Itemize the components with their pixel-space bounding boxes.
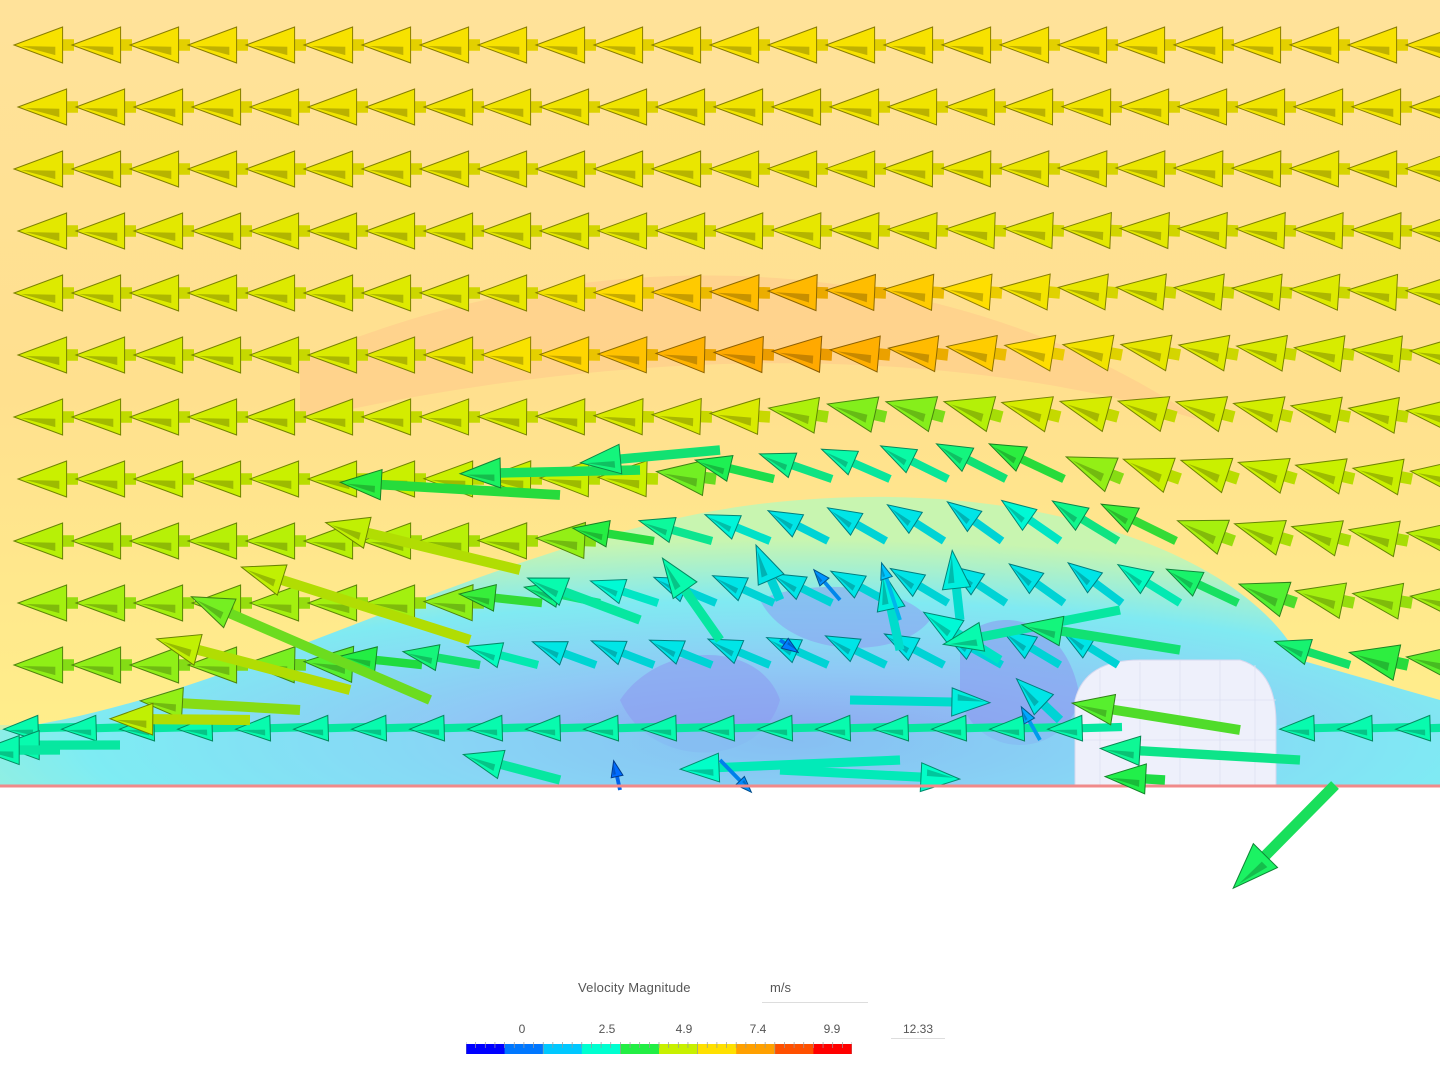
arrow-shaft — [526, 535, 539, 547]
legend-tick-label: 0 — [518, 1022, 526, 1036]
velocity-vector-field[interactable] — [0, 0, 1440, 1080]
arrow-shaft — [758, 286, 771, 299]
arrow-shaft — [758, 410, 771, 423]
arrow-shaft — [588, 349, 601, 361]
arrow-shaft — [932, 163, 945, 175]
arrow-shaft — [990, 163, 1003, 175]
arrow-shaft — [1048, 286, 1061, 299]
arrow-shaft — [878, 348, 891, 361]
arrow-shaft — [526, 411, 539, 423]
arrow-shaft — [700, 287, 713, 299]
arrow-shaft — [1168, 224, 1181, 237]
arrow-shaft — [1106, 163, 1119, 175]
arrow-shaft — [820, 225, 833, 237]
legend-title: Velocity Magnitude — [578, 980, 691, 995]
arrow-shaft — [1226, 224, 1239, 237]
arrow-shaft — [1164, 163, 1177, 175]
legend-max-divider — [891, 1038, 945, 1039]
arrow-shaft — [816, 286, 829, 299]
arrow-shaft — [704, 348, 717, 361]
velocity-legend: Velocity Magnitude m/s 0 2.5 4.9 7.4 9.9… — [466, 972, 966, 1072]
colorbar — [466, 1042, 852, 1054]
arrow-shaft — [762, 348, 775, 361]
arrow-shaft — [1082, 722, 1123, 733]
below-ground-arrow — [1232, 781, 1339, 890]
arrow-shaft — [993, 347, 1007, 361]
arrow-shaft — [646, 472, 659, 485]
arrow-shaft — [1283, 347, 1297, 361]
legend-tick-label: 2.5 — [598, 1022, 616, 1036]
arrow-shaft — [1280, 286, 1293, 299]
arrow-shaft — [414, 597, 427, 609]
arrow-shaft — [1400, 224, 1413, 237]
arrow-shaft — [1396, 286, 1409, 299]
arrow-shaft — [642, 410, 655, 423]
arrow-shaft — [878, 225, 891, 237]
arrow-shaft — [994, 224, 1007, 237]
legend-unit-divider — [762, 1002, 868, 1003]
arrow-shaft — [703, 471, 717, 485]
arrow-shaft — [874, 286, 887, 299]
arrow-shaft — [815, 409, 829, 423]
arrow-shaft — [1342, 224, 1355, 237]
arrow-shaft — [1284, 224, 1297, 237]
arrow-shaft — [1395, 409, 1409, 423]
arrow-shaft — [584, 411, 597, 423]
arrow-shaft — [936, 224, 949, 237]
arrow-shaft — [152, 714, 251, 726]
arrow-shaft — [1052, 224, 1065, 237]
arrow-shaft — [1222, 163, 1235, 175]
legend-tick-label: 4.9 — [675, 1022, 693, 1036]
arrow-shaft — [19, 745, 61, 755]
arrow-shaft — [646, 349, 659, 361]
arrow-shaft — [1338, 286, 1351, 299]
arrow-shaft — [1261, 781, 1339, 860]
arrow-shaft — [936, 347, 949, 361]
cfd-viewport[interactable]: Velocity Magnitude m/s 0 2.5 4.9 7.4 9.9… — [0, 0, 1440, 1080]
arrow-shaft — [762, 225, 775, 237]
legend-unit: m/s — [770, 980, 791, 995]
arrow-shaft — [294, 658, 307, 671]
arrow-shaft — [700, 410, 713, 423]
arrow-shaft — [1110, 224, 1123, 237]
legend-tick-label: 7.4 — [749, 1022, 767, 1036]
legend-tick-label: 9.9 — [823, 1022, 841, 1036]
arrow-shaft — [1145, 774, 1166, 785]
arrow-shaft — [1106, 286, 1119, 299]
arrow-shaft — [1048, 163, 1061, 175]
legend-max-value: 12.33 — [902, 1022, 934, 1036]
arrow-shaft — [1400, 348, 1413, 361]
arrow-shaft — [642, 287, 655, 299]
arrow-shaft — [1430, 722, 1440, 733]
